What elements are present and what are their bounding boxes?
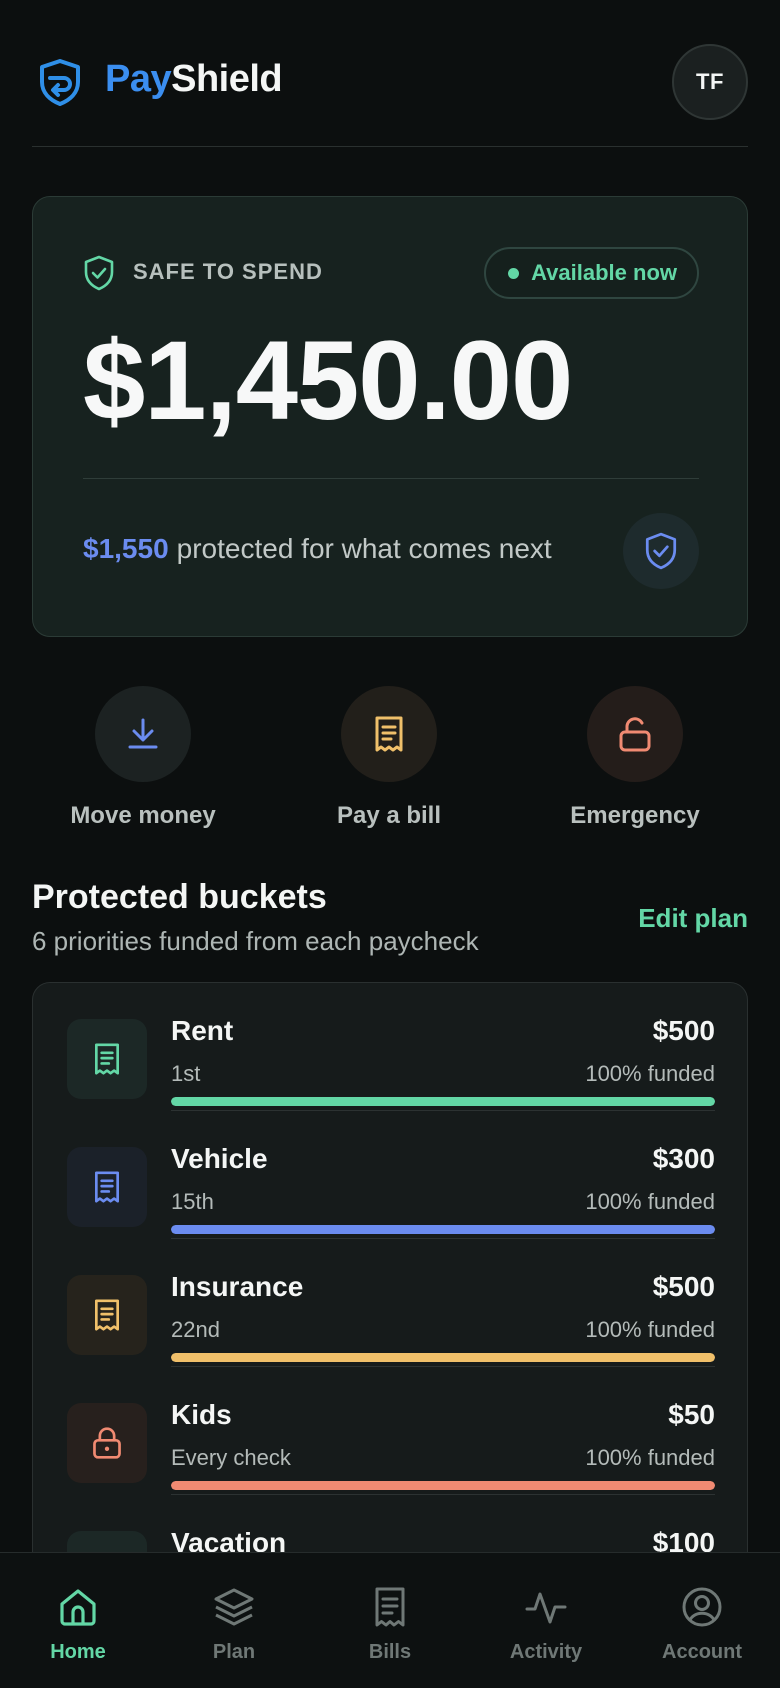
account-icon: [682, 1587, 722, 1627]
move-money-label: Move money: [70, 802, 216, 829]
section-subtitle: 6 priorities funded from each paycheck: [32, 926, 479, 956]
nav-label: Activity: [509, 1641, 583, 1663]
bucket-funded: 100% funded: [585, 1317, 715, 1342]
quick-actions: Move money Pay a bill Emergency: [32, 686, 748, 836]
bucket-rent[interactable]: Rent $500 1st 100% funded: [33, 983, 747, 1111]
nav-activity[interactable]: Activity: [486, 1585, 606, 1664]
avatar[interactable]: TF: [672, 44, 748, 120]
pay-bill-icon-circle: [341, 686, 437, 782]
bucket-progress-bar: [171, 1481, 715, 1490]
emergency-button[interactable]: Emergency: [535, 686, 735, 830]
home-icon: [60, 1589, 96, 1626]
activity-icon: [525, 1592, 567, 1624]
nav-label: Plan: [212, 1641, 256, 1663]
nav-home[interactable]: Home: [18, 1585, 138, 1664]
bucket-insurance[interactable]: Insurance $500 22nd 100% funded: [33, 1239, 747, 1367]
safe-to-spend-card: SAFE TO SPEND Available now $1,450.00 $1…: [32, 196, 748, 637]
bucket-progress-fill: [171, 1481, 715, 1490]
bucket-due: 15th: [171, 1189, 214, 1214]
protected-summary: $1,550 protected for what comes next: [83, 533, 552, 565]
app-header: PayShield TF: [32, 0, 748, 147]
bucket-amount: $50: [668, 1399, 715, 1430]
bucket-due: 1st: [171, 1061, 201, 1086]
bucket-name: Kids: [171, 1399, 232, 1430]
unlock-icon: [619, 717, 651, 752]
bucket-funded: 100% funded: [585, 1061, 715, 1086]
layers-icon: [214, 1588, 254, 1626]
lock-icon: [93, 1427, 121, 1459]
shield-logo-icon: [40, 59, 80, 106]
status-text: Available now: [531, 260, 677, 285]
receipt-icon: [95, 1043, 119, 1075]
shield-check-icon: [645, 532, 677, 570]
nav-plan[interactable]: Plan: [174, 1585, 294, 1664]
status-dot: [508, 267, 520, 279]
nav-account[interactable]: Account: [642, 1585, 762, 1664]
bucket-name: Vehicle: [171, 1143, 268, 1174]
bucket-progress-bar: [171, 1225, 715, 1234]
protected-details-button[interactable]: [623, 513, 699, 589]
bucket-progress-fill: [171, 1097, 715, 1106]
bucket-icon-box: [67, 1019, 147, 1099]
bucket-progress-bar: [171, 1353, 715, 1362]
bucket-funded: 100% funded: [585, 1189, 715, 1214]
nav-label: Bills: [368, 1641, 412, 1663]
bucket-progress-fill: [171, 1225, 715, 1234]
buckets-list: Rent $500 1st 100% funded Vehicle $300 1…: [32, 982, 748, 1602]
bucket-name: Rent: [171, 1015, 234, 1046]
divider: [83, 478, 699, 479]
receipt-icon: [95, 1299, 119, 1331]
bucket-name: Insurance: [171, 1271, 304, 1302]
brand-pay: Pay: [105, 58, 172, 100]
brand-name: PayShield: [105, 58, 283, 101]
edit-plan-link[interactable]: Edit plan: [638, 903, 748, 934]
protected-text: protected for what comes next: [176, 533, 552, 564]
emergency-icon-circle: [587, 686, 683, 782]
bucket-amount: $500: [652, 1271, 715, 1302]
shield-check-icon: [84, 255, 114, 291]
bucket-icon-box: [67, 1147, 147, 1227]
status-badge: Available now: [484, 247, 699, 299]
bucket-amount: $300: [652, 1143, 715, 1174]
emergency-label: Emergency: [570, 802, 700, 829]
bucket-funded: 100% funded: [585, 1445, 715, 1470]
bucket-amount: $500: [652, 1015, 715, 1046]
move-money-button[interactable]: Move money: [43, 686, 243, 830]
bucket-vehicle[interactable]: Vehicle $300 15th 100% funded: [33, 1111, 747, 1239]
nav-label: Home: [50, 1641, 106, 1663]
nav-label: Account: [662, 1641, 742, 1663]
bucket-progress-fill: [171, 1353, 715, 1362]
safe-to-spend-label: SAFE TO SPEND: [133, 259, 323, 284]
receipt-icon: [375, 716, 403, 752]
download-icon: [128, 718, 158, 749]
safe-to-spend-amount: $1,450.00: [83, 318, 573, 443]
bottom-nav: Home Plan Bills Activity Account: [0, 1552, 780, 1688]
move-money-icon-circle: [95, 686, 191, 782]
bucket-icon-box: [67, 1275, 147, 1355]
pay-bill-label: Pay a bill: [336, 802, 442, 829]
receipt-icon: [375, 1587, 405, 1627]
bucket-icon-box: [67, 1403, 147, 1483]
bucket-progress-bar: [171, 1097, 715, 1106]
bucket-kids[interactable]: Kids $50 Every check 100% funded: [33, 1367, 747, 1495]
pay-bill-button[interactable]: Pay a bill: [289, 686, 489, 830]
protected-amount: $1,550: [83, 533, 169, 564]
bucket-due: 22nd: [171, 1317, 220, 1342]
section-title: Protected buckets: [32, 878, 327, 916]
brand-shield: Shield: [171, 58, 283, 100]
nav-bills[interactable]: Bills: [330, 1585, 450, 1664]
bucket-due: Every check: [171, 1445, 291, 1470]
receipt-icon: [95, 1171, 119, 1203]
